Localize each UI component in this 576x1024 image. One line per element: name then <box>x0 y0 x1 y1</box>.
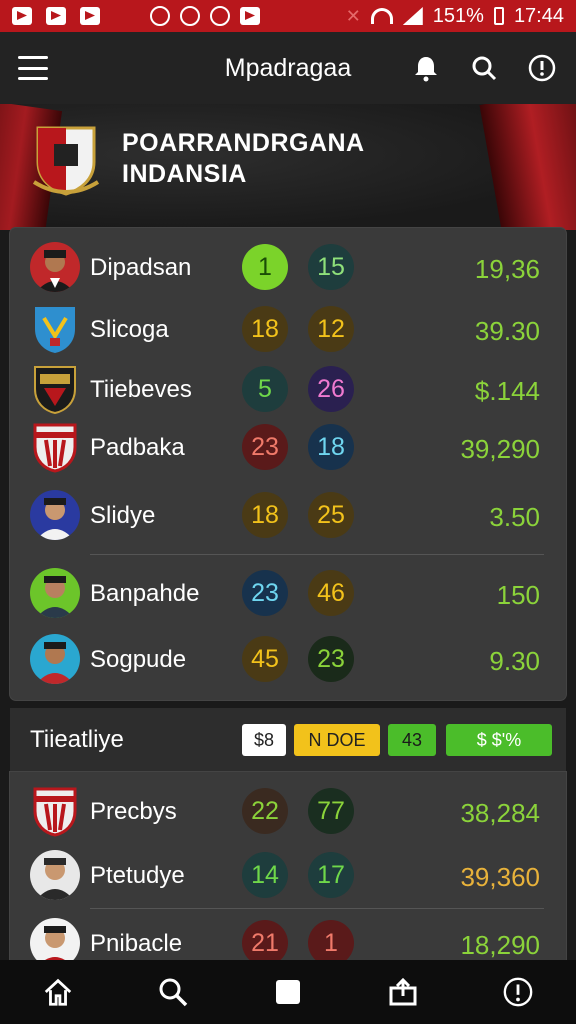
info-icon[interactable] <box>526 52 558 84</box>
filter-chip[interactable]: 43 <box>388 724 436 756</box>
divider <box>90 908 544 909</box>
battery-icon <box>493 7 504 25</box>
row-value: 150 <box>496 580 540 610</box>
score-badge: 23 <box>308 636 354 682</box>
row-value: 39,360 <box>460 862 540 892</box>
bell-icon[interactable] <box>410 52 442 84</box>
table-row[interactable]: Padbaka 23 18 39,290 <box>10 416 566 480</box>
banner-title-line1: POARRANDRGANA <box>122 129 365 157</box>
nfc-icon <box>180 6 200 26</box>
score-badge: 46 <box>308 570 354 616</box>
team-name: Tiiebeves <box>90 376 192 403</box>
table-row[interactable]: Banpahde 23 46 150 <box>10 562 566 626</box>
clock: 17:44 <box>513 4 564 27</box>
team-name: Slicoga <box>90 316 169 343</box>
crest-logo <box>32 126 100 196</box>
home-icon[interactable] <box>42 976 74 1008</box>
team-name: Precbys <box>90 798 177 825</box>
score-badge: 5 <box>242 366 288 412</box>
score-badge: 12 <box>308 306 354 352</box>
score-badge: 14 <box>242 852 288 898</box>
score-badge: 1 <box>242 244 288 290</box>
score-badge: 18 <box>242 306 288 352</box>
sync-icon <box>150 6 170 26</box>
table-row[interactable]: Dipadsan 1 15 19,36 <box>10 236 566 300</box>
avatar <box>30 634 80 684</box>
mute-icon: ✕ <box>345 5 361 26</box>
menu-icon[interactable] <box>18 56 48 80</box>
team-name: Sogpude <box>90 646 187 673</box>
team-name: Slidye <box>90 502 156 529</box>
bottom-nav <box>0 960 576 1024</box>
banner-title-line2: INDANSIA <box>122 160 247 189</box>
avatar <box>30 568 80 618</box>
avatar <box>30 242 80 292</box>
square-icon[interactable] <box>272 976 304 1008</box>
team-logo <box>33 787 77 837</box>
score-badge: 77 <box>308 788 354 834</box>
score-badge: 18 <box>308 424 354 470</box>
search-icon[interactable] <box>468 52 500 84</box>
row-value: 38,284 <box>460 798 540 828</box>
row-value: 39,290 <box>460 434 540 464</box>
team-name: Pnibacle <box>90 930 183 957</box>
search-icon[interactable] <box>157 976 189 1008</box>
sound-icon <box>240 7 260 25</box>
email-icon <box>46 7 66 25</box>
app-bar: Mpadragaa <box>0 32 576 104</box>
avatar <box>30 490 80 540</box>
score-badge: 26 <box>308 366 354 412</box>
team-logo <box>33 423 77 473</box>
alarm-icon <box>210 6 230 26</box>
row-value: $.144 <box>474 376 540 406</box>
table-row[interactable]: Slicoga 18 12 39.30 <box>10 298 566 362</box>
wifi-icon <box>370 8 393 24</box>
score-badge: 15 <box>308 244 354 290</box>
row-value: 9.30 <box>489 646 540 676</box>
banner: POARRANDRGANA INDANSIA <box>0 104 576 230</box>
chart-icon <box>80 7 100 25</box>
table-row[interactable]: Sogpude 45 23 9.30 <box>10 628 566 692</box>
team-name: Banpahde <box>90 580 200 607</box>
avatar <box>30 850 80 900</box>
table-row[interactable]: Slidye 18 25 3.50 <box>10 484 566 548</box>
score-badge: 18 <box>242 492 288 538</box>
table-row[interactable]: Tiiebeves 5 26 $.144 <box>10 358 566 422</box>
row-value: 19,36 <box>474 254 540 284</box>
filter-chip[interactable]: $ $'% <box>446 724 552 756</box>
score-badge: 25 <box>308 492 354 538</box>
table-row[interactable]: Ptetudye 14 17 39,360 <box>10 844 566 908</box>
score-badge: 45 <box>242 636 288 682</box>
team-name: Ptetudye <box>90 862 185 889</box>
section-header: Tiieatliye $8 N DOE 43 $ $'% <box>10 708 566 772</box>
score-badge: 23 <box>242 570 288 616</box>
score-badge: 23 <box>242 424 288 470</box>
team-logo <box>34 366 76 415</box>
section-title: Tiieatliye <box>30 726 124 753</box>
row-value: 3.50 <box>489 502 540 532</box>
filter-chip[interactable]: N DOE <box>294 724 380 756</box>
secondary-table: Precbys 22 77 38,284 Ptetudye 14 17 39,3… <box>10 772 566 972</box>
share-icon[interactable] <box>387 976 419 1008</box>
score-badge: 17 <box>308 852 354 898</box>
team-logo <box>35 307 75 353</box>
curtain-decoration <box>479 104 576 230</box>
banner-title: POARRANDRGANA INDANSIA <box>122 128 365 191</box>
row-value: 18,290 <box>460 930 540 960</box>
table-row[interactable]: Precbys 22 77 38,284 <box>10 780 566 844</box>
divider <box>90 554 544 555</box>
filter-chip[interactable]: $8 <box>242 724 286 756</box>
standings-table: Dipadsan 1 15 19,36 Slicoga 18 12 39.30 … <box>10 228 566 700</box>
row-value: 39.30 <box>474 316 540 346</box>
team-name: Padbaka <box>90 434 185 461</box>
battery-text: 151% <box>432 4 484 27</box>
score-badge: 22 <box>242 788 288 834</box>
notification-icon <box>12 7 32 25</box>
status-bar: ✕ 151% 17:44 <box>0 0 576 32</box>
signal-icon <box>402 7 423 25</box>
team-name: Dipadsan <box>90 254 192 281</box>
info-icon[interactable] <box>502 976 534 1008</box>
